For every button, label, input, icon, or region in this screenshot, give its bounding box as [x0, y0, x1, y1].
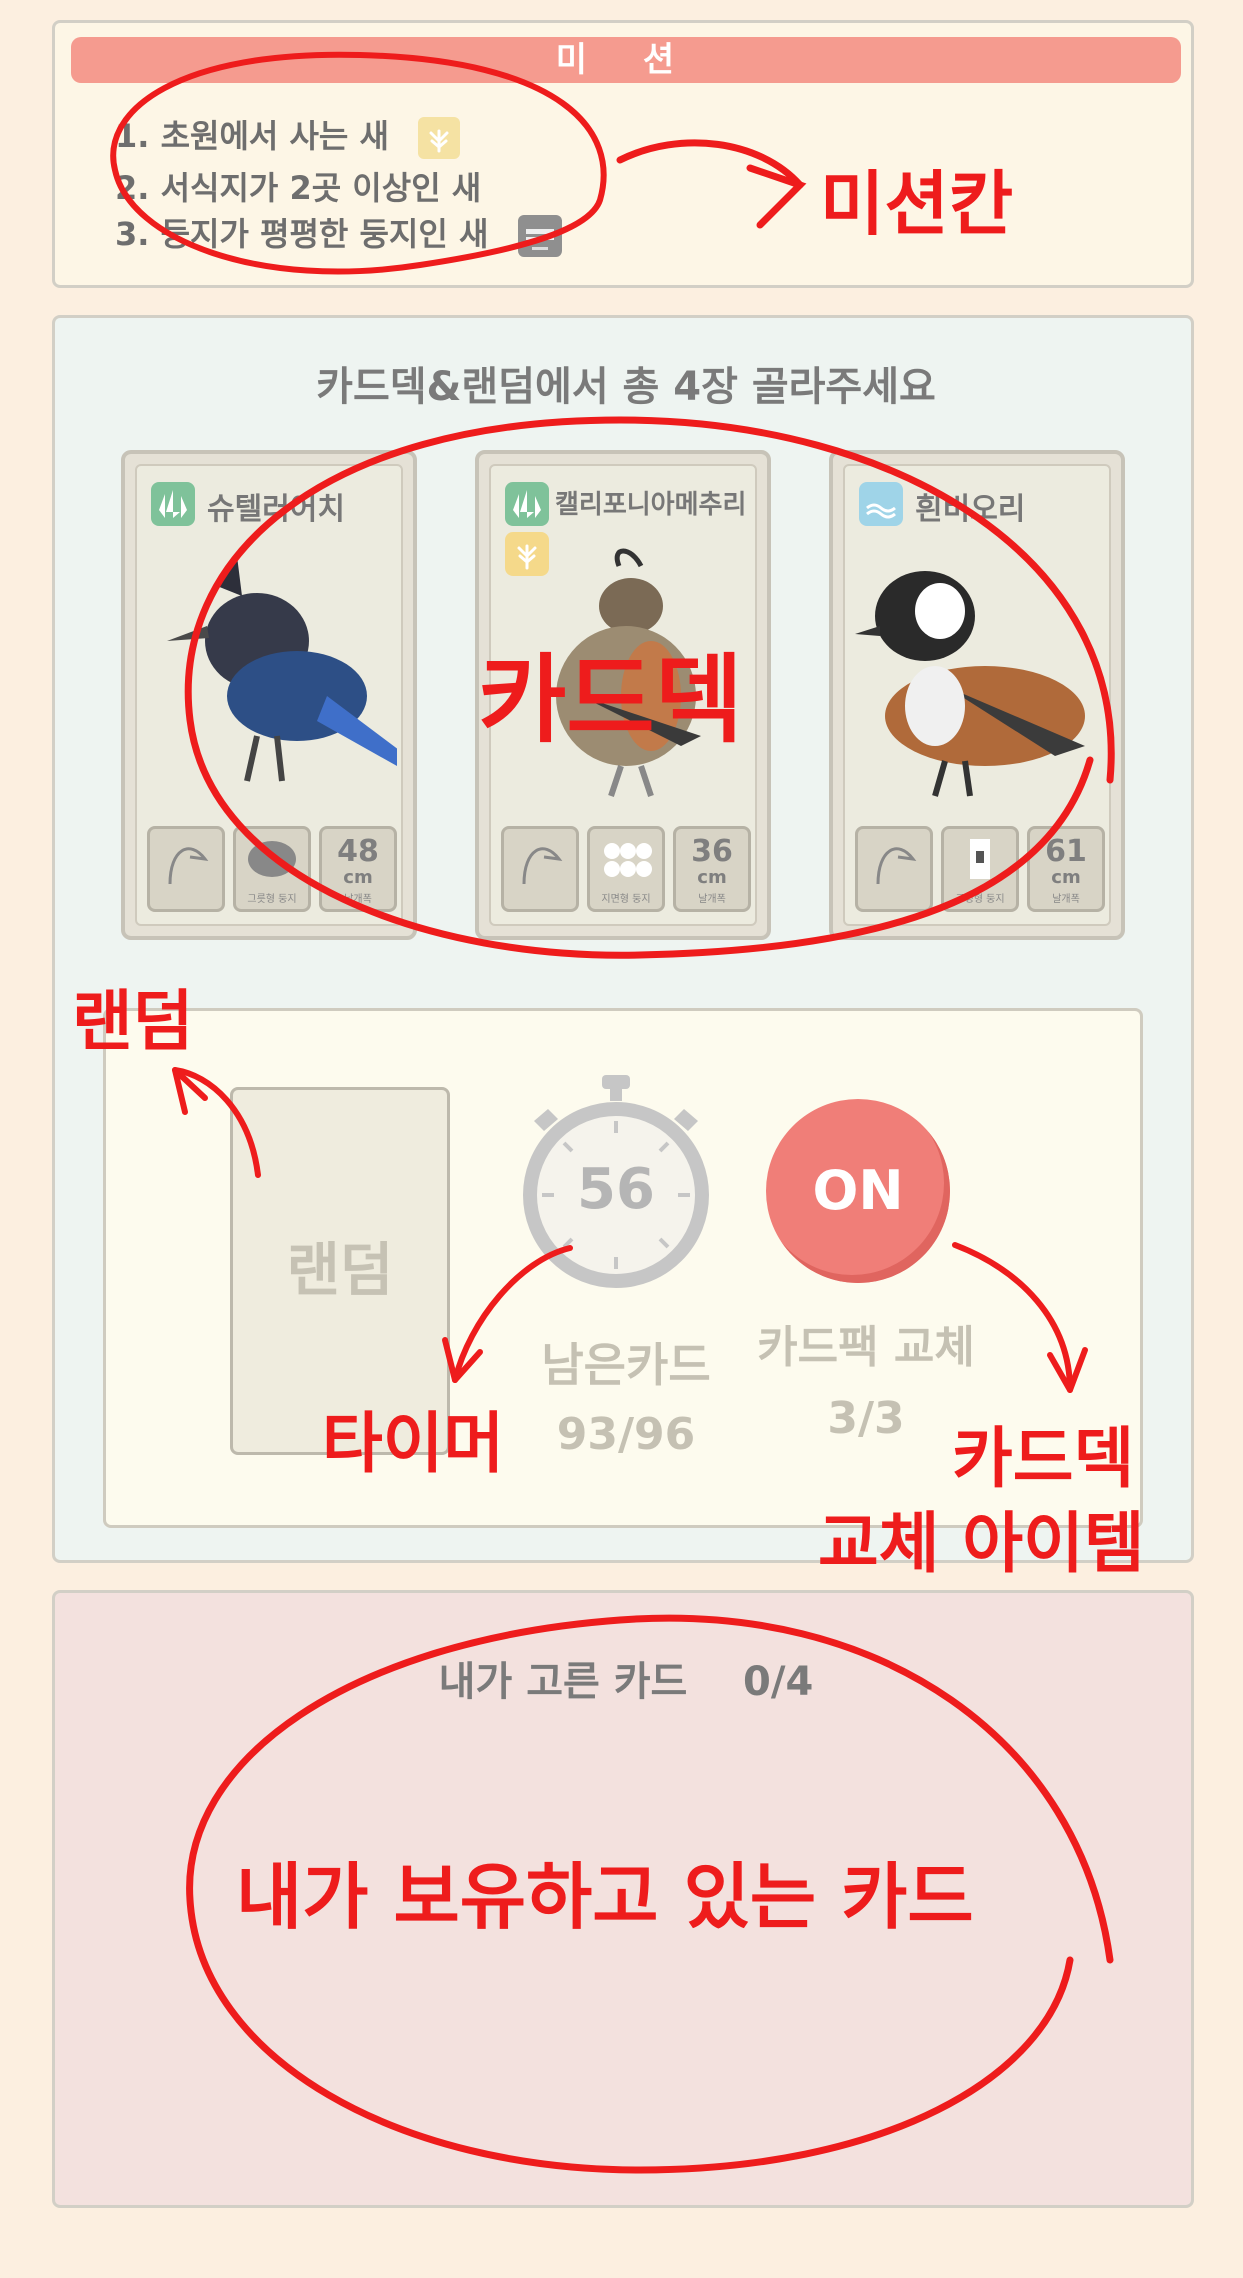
deck-instruction: 카드덱&랜덤에서 총 4장 골라주세요 [316, 364, 936, 410]
wingspan-value: 48 [337, 834, 379, 869]
wingspan-unit: cm [343, 867, 373, 888]
card-name: 캘리포니아메추리 [555, 490, 745, 520]
wingspan-stat: 48 cm 날개폭 [319, 826, 397, 912]
mission-header: 미 션 [71, 37, 1181, 83]
timer-value: 56 [577, 1157, 655, 1222]
wingspan-stat: 61 cm 날개폭 [1027, 826, 1105, 912]
card-face: 흰비오리 구멍형 둥지 61 cm 날개폭 [843, 464, 1111, 926]
steller-jay-illustration [147, 546, 407, 806]
annotation-random: 랜덤 [72, 983, 194, 1060]
mission-item-1: 1. 초원에서 사는 새 [115, 111, 461, 159]
card-name: 슈텔러어치 [207, 492, 345, 527]
deck-panel: 카드덱&랜덤에서 총 4장 골라주세요 슈텔러어치 그릇형 둥지 48 cm 날… [52, 315, 1194, 1563]
annotation-deck: 카드덱 [478, 644, 743, 756]
bird-card-steller-jay[interactable]: 슈텔러어치 그릇형 둥지 48 cm 날개폭 [121, 450, 417, 940]
beak-stat [147, 826, 225, 912]
nest-stat: 구멍형 둥지 [941, 826, 1019, 912]
grassland-icon [418, 117, 461, 159]
wetland-icon [859, 482, 903, 526]
card-stats: 구멍형 둥지 61 cm 날개폭 [855, 826, 1105, 916]
annotation-swap-line1: 카드덱 [952, 1420, 1135, 1497]
nest-stat: 지면형 둥지 [587, 826, 665, 912]
mission-item-2: 2. 서식지가 2곳 이상인 새 [115, 169, 482, 207]
wingspan-unit: cm [697, 867, 727, 888]
annotation-swap-line2: 교체 아이템 [818, 1505, 1145, 1582]
annotation-timer: 타이머 [322, 1405, 505, 1482]
card-face: 슈텔러어치 그릇형 둥지 48 cm 날개폭 [135, 464, 407, 926]
wingspan-value: 36 [691, 834, 733, 869]
card-stats: 지면형 둥지 36 cm 날개폭 [501, 826, 751, 916]
hooded-merganser-illustration [855, 546, 1105, 806]
card-stats: 그릇형 둥지 48 cm 날개폭 [147, 826, 397, 916]
mission-item-3: 3. 둥지가 평평한 둥지인 새 [115, 209, 562, 257]
beak-stat [855, 826, 933, 912]
nest-stat: 그릇형 둥지 [233, 826, 311, 912]
forest-icon [151, 482, 195, 526]
wingspan-unit: cm [1051, 867, 1081, 888]
my-cards-title: 내가 고른 카드 0/4 [438, 1659, 814, 1705]
annotation-mission: 미션칸 [820, 163, 1014, 245]
card-pack-swap-button[interactable]: ON [766, 1099, 950, 1283]
forest-icon [505, 482, 549, 526]
beak-stat [501, 826, 579, 912]
mission-panel: 미 션 1. 초원에서 사는 새 2. 서식지가 2곳 이상인 새 3. 둥지가… [52, 20, 1194, 288]
bird-card-hooded-merganser[interactable]: 흰비오리 구멍형 둥지 61 cm 날개폭 [829, 450, 1125, 940]
card-name: 흰비오리 [915, 492, 1026, 527]
wingspan-stat: 36 cm 날개폭 [673, 826, 751, 912]
card-pack-swap-label: 카드팩 교체 [757, 1322, 975, 1373]
annotation-hand: 내가 보유하고 있는 카드 [236, 1855, 974, 1939]
flat-nest-icon [517, 215, 562, 257]
wingspan-value: 61 [1045, 834, 1087, 869]
